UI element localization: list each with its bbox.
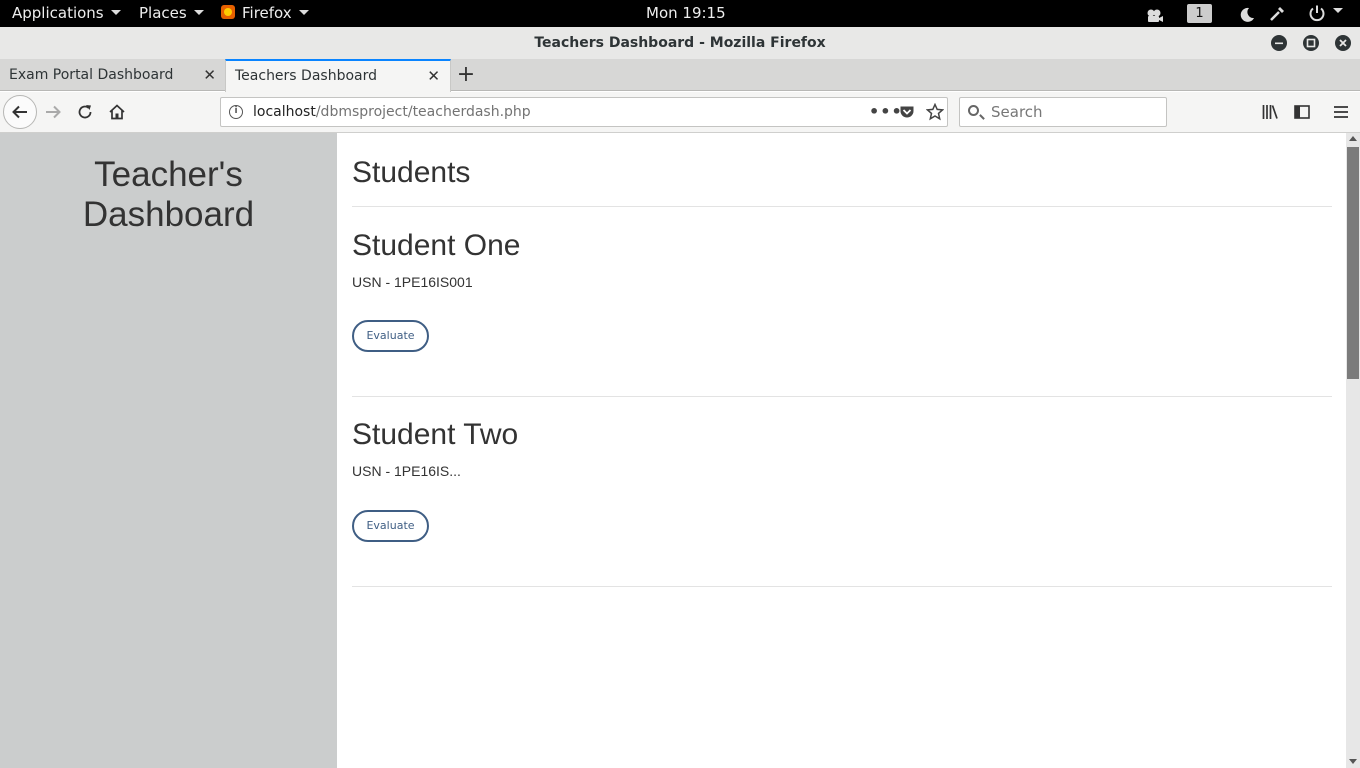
new-tab-button[interactable]: + (452, 59, 480, 91)
close-tab-icon[interactable]: ✕ (203, 59, 216, 91)
page-title: Students (352, 156, 471, 189)
window-titlebar[interactable]: Teachers Dashboard - Mozilla Firefox (0, 27, 1360, 59)
firefox-label: Firefox (242, 4, 292, 22)
dashboard-sidebar: Teacher's Dashboard (0, 133, 337, 768)
hamburger-menu-icon (1334, 106, 1348, 118)
search-icon (968, 105, 979, 116)
chevron-down-icon (193, 10, 204, 15)
reload-icon (78, 105, 92, 119)
tab-teachers-dashboard[interactable]: Teachers Dashboard ✕ (225, 59, 451, 92)
sidebar-icon (1294, 105, 1310, 119)
home-button[interactable] (101, 96, 133, 128)
close-tab-icon[interactable]: ✕ (427, 61, 440, 91)
tab-label: Exam Portal Dashboard (9, 67, 174, 83)
night-mode-icon[interactable] (1239, 5, 1255, 23)
firefox-icon (221, 5, 235, 19)
tab-label: Teachers Dashboard (235, 68, 378, 84)
library-icon (1262, 105, 1278, 119)
sidebar-title-line2: Dashboard (82, 195, 255, 234)
bookmark-star-icon[interactable] (925, 102, 945, 121)
maximize-button[interactable] (1303, 35, 1319, 51)
power-menu[interactable] (1308, 4, 1343, 23)
back-arrow-icon (12, 105, 27, 119)
navigation-toolbar: i localhost/dbmsproject/teacherdash.php … (0, 92, 1360, 133)
applications-label: Applications (12, 4, 104, 22)
close-icon (1339, 39, 1347, 47)
scroll-down-arrow-icon[interactable] (1349, 759, 1357, 764)
forward-arrow-icon (46, 105, 61, 119)
gnome-top-bar: Applications Places Firefox Mon 19:15 1 (0, 0, 1360, 27)
url-path: /dbmsproject/teacherdash.php (315, 104, 531, 120)
vertical-scrollbar[interactable] (1346, 133, 1360, 768)
minimize-icon (1275, 42, 1283, 45)
workspace-indicator[interactable]: 1 (1187, 4, 1212, 23)
pocket-icon[interactable] (899, 104, 915, 120)
url-host: localhost (253, 104, 316, 120)
page-viewport: Teacher's Dashboard Students Student One… (0, 133, 1360, 768)
student-usn: USN - 1PE16IS001 (352, 274, 473, 290)
search-input[interactable]: Search (959, 97, 1167, 127)
reload-button[interactable] (69, 96, 101, 128)
minimize-button[interactable] (1271, 35, 1287, 51)
evaluate-button[interactable]: Evaluate (352, 510, 429, 542)
home-icon (109, 104, 125, 120)
tab-exam-portal-dashboard[interactable]: Exam Portal Dashboard ✕ (0, 59, 226, 91)
window-title: Teachers Dashboard - Mozilla Firefox (534, 35, 826, 51)
color-picker-icon[interactable] (1268, 5, 1286, 23)
power-icon (1309, 5, 1325, 22)
chevron-down-icon (298, 10, 309, 15)
scrollbar-thumb[interactable] (1347, 147, 1359, 379)
divider (352, 396, 1332, 397)
info-icon[interactable]: i (229, 105, 243, 119)
sidebar-title-line1: Teacher's (94, 155, 243, 194)
menu-button[interactable] (1325, 96, 1357, 128)
maximize-icon (1306, 38, 1316, 48)
camera-icon[interactable] (1146, 6, 1164, 22)
search-placeholder: Search (991, 103, 1043, 121)
url-bar[interactable]: i localhost/dbmsproject/teacherdash.php … (220, 97, 948, 127)
student-usn: USN - 1PE16IS... (352, 463, 461, 479)
library-button[interactable] (1254, 96, 1286, 128)
main-content: Students Student One USN - 1PE16IS001 Ev… (352, 133, 1332, 768)
divider (352, 206, 1332, 207)
sidebar-title: Teacher's Dashboard (0, 155, 337, 235)
url-text[interactable]: localhost/dbmsproject/teacherdash.php (253, 98, 531, 126)
student-name: Student One (352, 229, 521, 262)
evaluate-button[interactable]: Evaluate (352, 320, 429, 352)
close-window-button[interactable] (1335, 35, 1351, 51)
places-menu[interactable]: Places (139, 0, 204, 27)
tab-strip: Exam Portal Dashboard ✕ Teachers Dashboa… (0, 59, 1360, 92)
firefox-app-menu[interactable]: Firefox (221, 0, 309, 27)
forward-button[interactable] (37, 96, 69, 128)
sidebar-toggle-button[interactable] (1286, 96, 1318, 128)
divider (352, 586, 1332, 587)
clock[interactable]: Mon 19:15 (646, 0, 726, 27)
back-button[interactable] (3, 95, 37, 129)
applications-menu[interactable]: Applications (12, 0, 121, 27)
places-label: Places (139, 4, 187, 22)
chevron-down-icon (110, 10, 121, 15)
student-name: Student Two (352, 418, 519, 451)
scroll-up-arrow-icon[interactable] (1349, 136, 1357, 141)
page-actions-icon[interactable]: ••• (869, 98, 903, 126)
chevron-down-icon (1333, 8, 1343, 13)
